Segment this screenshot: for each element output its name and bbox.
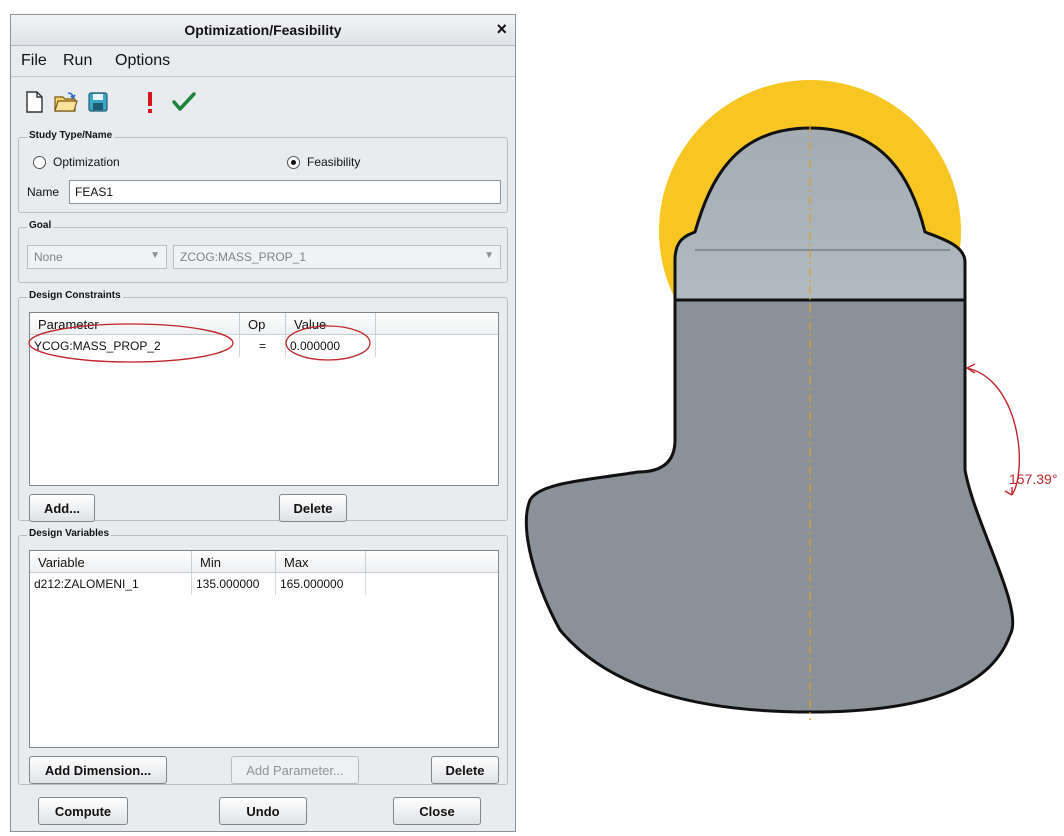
feasibility-label: Feasibility [307,155,361,169]
angle-value-label[interactable]: 157.39° [1009,471,1057,487]
table-row[interactable]: d212:ZALOMENI_1 135.000000 165.000000 [30,573,498,595]
delete-variable-button[interactable]: Delete [431,756,499,784]
variable-min-cell: 135.000000 [192,573,276,595]
column-header-min[interactable]: Min [192,551,276,573]
design-variables-legend: Design Variables [27,528,112,539]
constraint-op-cell: = [240,335,286,357]
optimization-label: Optimization [53,155,120,169]
design-constraints-group: Design Constraints Parameter Op Value YC… [18,290,508,522]
part-body[interactable] [525,298,1015,714]
constraint-value-cell: 0.000000 [286,335,376,357]
column-header-max[interactable]: Max [276,551,366,573]
menu-file[interactable]: File [21,52,47,70]
variable-name-cell: d212:ZALOMENI_1 [30,573,192,595]
cad-viewport[interactable]: 157.39° [520,0,1064,836]
goal-param-value: ZCOG:MASS_PROP_1 [180,250,307,264]
constraints-table: Parameter Op Value YCOG:MASS_PROP_2 = 0.… [29,312,499,486]
add-parameter-button: Add Parameter... [231,756,359,784]
save-icon[interactable] [85,89,111,115]
close-icon[interactable]: × [496,19,507,40]
goal-param-select[interactable]: ZCOG:MASS_PROP_1 ▼ [173,245,501,269]
design-constraints-legend: Design Constraints [27,290,123,301]
goal-type-select[interactable]: None ▼ [27,245,167,269]
optimization-dialog: Optimization/Feasibility × File Run Opti… [10,14,516,832]
close-button[interactable]: Close [393,797,481,825]
dialog-title: Optimization/Feasibility [184,22,342,38]
open-folder-icon[interactable] [53,89,79,115]
column-header-op[interactable]: Op [240,313,286,335]
feasibility-radio[interactable] [287,156,300,169]
chevron-down-icon: ▼ [484,250,494,261]
new-file-icon[interactable] [21,89,47,115]
column-header-value[interactable]: Value [286,313,376,335]
menu-options[interactable]: Options [115,52,170,70]
title-bar: Optimization/Feasibility × [11,15,515,46]
add-dimension-button[interactable]: Add Dimension... [29,756,167,784]
study-type-legend: Study Type/Name [27,130,115,141]
goal-type-value: None [34,250,63,264]
compute-button[interactable]: Compute [38,797,128,825]
constraint-parameter-cell: YCOG:MASS_PROP_2 [30,335,240,357]
chevron-down-icon: ▼ [150,250,160,261]
checkmark-icon[interactable] [171,89,197,115]
toolbar [11,77,515,129]
column-header-blank [376,313,498,335]
study-type-group: Study Type/Name Optimization Feasibility… [18,130,508,213]
delete-constraint-button[interactable]: Delete [279,494,347,522]
optimization-radio[interactable] [33,156,46,169]
exclamation-icon[interactable] [137,89,163,115]
undo-button[interactable]: Undo [219,797,307,825]
column-header-blank [366,551,498,573]
variables-table: Variable Min Max d212:ZALOMENI_1 135.000… [29,550,499,748]
name-label: Name [27,185,60,199]
goal-group: Goal None ▼ ZCOG:MASS_PROP_1 ▼ [18,220,508,283]
goal-legend: Goal [27,220,54,231]
add-constraint-button[interactable]: Add... [29,494,95,522]
table-row[interactable]: YCOG:MASS_PROP_2 = 0.000000 [30,335,498,357]
variable-max-cell: 165.000000 [276,573,366,595]
name-input[interactable]: FEAS1 [69,180,501,204]
column-header-variable[interactable]: Variable [30,551,192,573]
menu-bar: File Run Options [11,46,515,77]
arrowhead-bottom-icon [1004,487,1013,496]
design-variables-group: Design Variables Variable Min Max d212:Z… [18,528,508,785]
menu-run[interactable]: Run [63,52,92,70]
column-header-parameter[interactable]: Parameter [30,313,240,335]
